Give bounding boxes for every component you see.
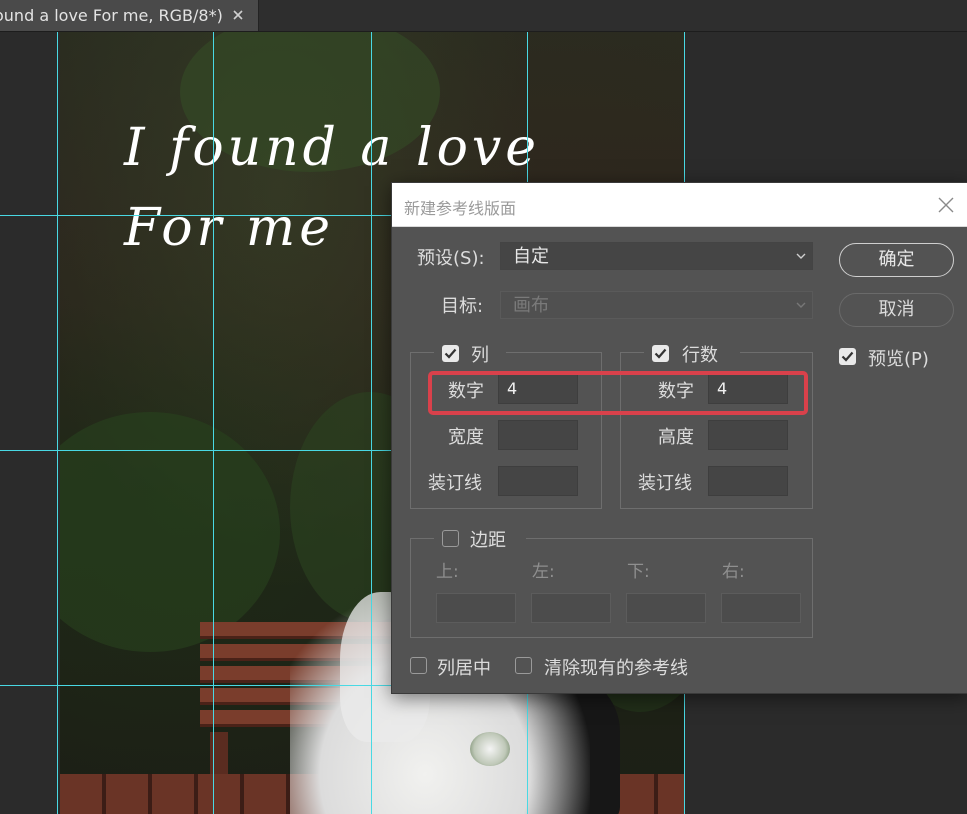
checkmark-icon xyxy=(444,348,457,359)
preset-select[interactable]: 自定 xyxy=(500,242,813,270)
margin-label: 边距 xyxy=(470,530,506,551)
photo-text-line-1: I found a love xyxy=(124,118,541,178)
document-tab-label: ound a love For me, RGB/8*) xyxy=(0,6,223,25)
rows-gutter-label: 装订线 xyxy=(638,473,692,494)
center-columns-label: 列居中 xyxy=(437,658,491,679)
clear-guides-label: 清除现有的参考线 xyxy=(544,658,688,679)
preview-label: 预览(P) xyxy=(868,349,929,370)
bouquet xyxy=(470,732,510,766)
dialog-title: 新建参考线版面 xyxy=(404,199,517,218)
columns-group-legend: 列 xyxy=(434,341,506,366)
foliage xyxy=(60,412,280,652)
preset-label: 预设(S): xyxy=(417,248,485,269)
close-icon[interactable] xyxy=(231,8,245,22)
columns-gutter-label: 装订线 xyxy=(428,473,482,494)
document-tab-bar: ound a love For me, RGB/8*) xyxy=(0,0,967,32)
chevron-down-icon xyxy=(796,302,806,308)
rows-height-label: 高度 xyxy=(658,427,694,448)
target-select: 画布 xyxy=(500,291,813,319)
ok-button[interactable]: 确定 xyxy=(839,243,954,277)
columns-checkbox[interactable] xyxy=(442,345,459,362)
margin-bottom-label: 下: xyxy=(627,562,650,582)
margin-left-label: 左: xyxy=(532,562,555,582)
target-label: 目标: xyxy=(441,296,484,317)
new-guide-layout-dialog: 新建参考线版面 预设(S): 自定 目标: 画布 确定 取消 预览(P) 列 数… xyxy=(391,182,967,694)
columns-width-input[interactable] xyxy=(498,420,578,450)
rows-checkbox[interactable] xyxy=(652,345,669,362)
margin-right-input xyxy=(721,593,801,623)
rows-gutter-input[interactable] xyxy=(708,466,788,496)
margin-checkbox[interactable] xyxy=(442,530,459,547)
preview-checkbox[interactable] xyxy=(839,348,856,365)
columns-gutter-input[interactable] xyxy=(498,466,578,496)
cancel-button[interactable]: 取消 xyxy=(839,293,954,327)
close-icon[interactable] xyxy=(937,196,955,214)
checkmark-icon xyxy=(654,348,667,359)
preset-value: 自定 xyxy=(513,246,549,267)
margin-bottom-input xyxy=(626,593,706,623)
guide-vertical[interactable] xyxy=(371,32,372,814)
chevron-down-icon xyxy=(796,253,806,259)
rows-height-input[interactable] xyxy=(708,420,788,450)
guide-vertical[interactable] xyxy=(213,32,214,814)
margin-right-label: 右: xyxy=(722,562,745,582)
columns-width-label: 宽度 xyxy=(448,427,484,448)
rows-group-legend: 行数 xyxy=(644,341,740,366)
margin-group-legend: 边距 xyxy=(434,526,526,551)
dialog-titlebar[interactable]: 新建参考线版面 xyxy=(392,183,967,227)
clear-guides-checkbox[interactable] xyxy=(515,657,532,674)
photo-text-line-2: For me xyxy=(124,198,335,258)
margin-left-input xyxy=(531,593,611,623)
columns-label: 列 xyxy=(471,345,489,366)
rows-label: 行数 xyxy=(682,345,718,366)
target-value: 画布 xyxy=(513,295,549,316)
checkmark-icon xyxy=(841,351,854,362)
highlight-annotation xyxy=(428,371,808,415)
margin-top-input xyxy=(436,593,516,623)
margin-top-label: 上: xyxy=(436,562,459,582)
guide-vertical[interactable] xyxy=(57,32,58,814)
margin-group xyxy=(410,538,813,638)
document-tab[interactable]: ound a love For me, RGB/8*) xyxy=(0,0,259,31)
center-columns-checkbox[interactable] xyxy=(410,657,427,674)
